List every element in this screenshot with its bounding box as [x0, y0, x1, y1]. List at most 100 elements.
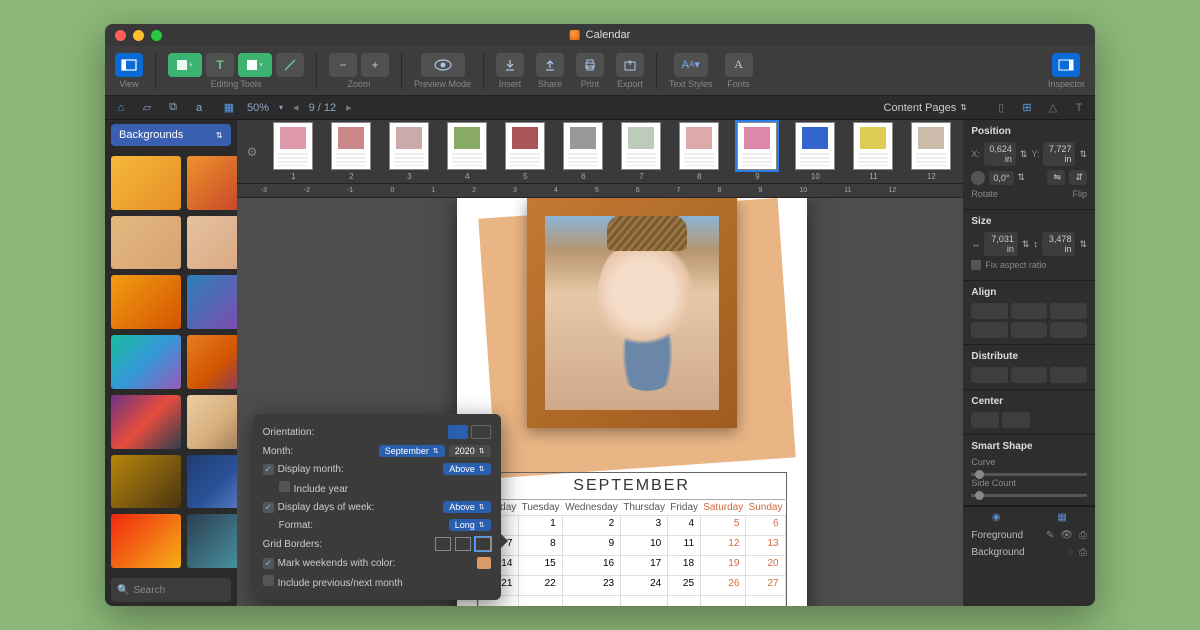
- toolbar-inspector[interactable]: Inspector: [1048, 53, 1085, 89]
- page-thumb[interactable]: 12: [909, 122, 953, 181]
- page-thumb[interactable]: 8: [677, 122, 721, 181]
- display-month-checkbox[interactable]: [263, 464, 274, 475]
- include-adjacent-checkbox[interactable]: [263, 575, 274, 586]
- page-thumb[interactable]: 2: [329, 122, 373, 181]
- eye-icon[interactable]: ◌: [1067, 547, 1073, 558]
- toolbar-export[interactable]: Export: [616, 53, 644, 89]
- zoom-level[interactable]: 50%: [247, 102, 269, 114]
- background-thumb[interactable]: [187, 275, 237, 329]
- content-pages-button[interactable]: Content Pages⇅: [884, 102, 967, 114]
- background-thumb[interactable]: [111, 395, 181, 449]
- background-thumb[interactable]: [187, 156, 237, 210]
- fix-ratio-checkbox[interactable]: [971, 260, 981, 270]
- format-select[interactable]: Long⇅: [449, 519, 491, 531]
- side-slider[interactable]: [971, 494, 1087, 497]
- curve-slider[interactable]: [971, 473, 1087, 476]
- layer-tab-grid[interactable]: ▦: [1029, 507, 1095, 527]
- toolbar-preview[interactable]: Preview Mode: [414, 53, 471, 89]
- text-icon[interactable]: a: [191, 100, 207, 116]
- background-thumb[interactable]: [187, 216, 237, 270]
- align-buttons-v[interactable]: [971, 322, 1087, 338]
- home-icon[interactable]: ⌂: [113, 100, 129, 116]
- app-window: Calendar View ▾ T ▾ Editing Tools −+ Zoo…: [105, 24, 1095, 606]
- toolbar-fonts[interactable]: AFonts: [725, 53, 753, 89]
- rotate-dial[interactable]: [971, 171, 985, 185]
- align-buttons[interactable]: [971, 303, 1087, 319]
- maximize-icon[interactable]: [151, 30, 162, 41]
- minimize-icon[interactable]: [133, 30, 144, 41]
- background-thumb[interactable]: [187, 455, 237, 509]
- month-select[interactable]: September⇅: [379, 445, 445, 457]
- weekend-color-swatch[interactable]: [477, 557, 491, 569]
- background-thumb[interactable]: [111, 216, 181, 270]
- flip-v-button[interactable]: ⇵: [1069, 170, 1087, 185]
- background-thumb[interactable]: [111, 455, 181, 509]
- y-input[interactable]: 7,727 in: [1043, 142, 1075, 166]
- insp-geom-icon[interactable]: ⊞: [1019, 100, 1035, 116]
- layer-foreground[interactable]: Foreground✎👁⎙: [963, 527, 1095, 544]
- toolbar-editing[interactable]: ▾ T ▾ Editing Tools: [168, 53, 304, 89]
- month-label: Month:: [263, 446, 294, 457]
- print-icon[interactable]: ⎙: [1079, 547, 1087, 558]
- insp-text-icon[interactable]: T: [1071, 100, 1087, 116]
- photo-frame[interactable]: [527, 198, 737, 428]
- layer-background[interactable]: Background◌⎙: [963, 544, 1095, 561]
- page-thumb[interactable]: 10: [793, 122, 837, 181]
- height-input[interactable]: 3,478 in: [1042, 232, 1076, 256]
- background-thumb[interactable]: [187, 335, 237, 389]
- mark-weekends-checkbox[interactable]: [263, 558, 274, 569]
- orientation-toggle[interactable]: [448, 425, 491, 439]
- background-thumb[interactable]: [111, 275, 181, 329]
- distribute-buttons[interactable]: [971, 367, 1087, 383]
- include-year-checkbox[interactable]: [279, 481, 290, 492]
- page-thumb[interactable]: 1: [271, 122, 315, 181]
- background-thumb[interactable]: [111, 156, 181, 210]
- x-input[interactable]: 0,624 in: [984, 142, 1016, 166]
- pencil-icon[interactable]: ✎: [1046, 530, 1054, 541]
- page-thumb[interactable]: 9: [735, 122, 779, 181]
- sidebar-category[interactable]: Backgrounds⇅: [111, 124, 231, 146]
- background-thumb[interactable]: [187, 395, 237, 449]
- width-input[interactable]: 7,031 in: [984, 232, 1018, 256]
- position-label: Position: [971, 126, 1087, 137]
- toolbar-share[interactable]: Share: [536, 53, 564, 89]
- page-thumb[interactable]: 6: [561, 122, 605, 181]
- grid-border-toggle[interactable]: [435, 537, 491, 551]
- toolbar-insert[interactable]: Insert: [496, 53, 524, 89]
- page[interactable]: SEPTEMBER MondayTuesdayWednesdayThursday…: [457, 198, 807, 606]
- page-thumb[interactable]: 3: [387, 122, 431, 181]
- toolbar-view[interactable]: View: [115, 53, 143, 89]
- center-buttons[interactable]: [971, 412, 1087, 428]
- dow-pos-select[interactable]: Above⇅: [443, 501, 490, 513]
- flip-h-button[interactable]: ⇋: [1047, 170, 1065, 185]
- year-stepper[interactable]: 2020⇅: [449, 445, 491, 457]
- page-thumb[interactable]: 4: [445, 122, 489, 181]
- insp-warn-icon[interactable]: △: [1045, 100, 1061, 116]
- layer-tab-globe[interactable]: ◉: [963, 507, 1029, 527]
- page-thumb[interactable]: 7: [619, 122, 663, 181]
- thumbs-icon[interactable]: ▦: [221, 100, 237, 116]
- insp-doc-icon[interactable]: ▯: [993, 100, 1009, 116]
- image-icon[interactable]: ▱: [139, 100, 155, 116]
- close-icon[interactable]: [115, 30, 126, 41]
- ruler: -3-2-10123456789101112: [237, 184, 964, 198]
- display-month-pos[interactable]: Above⇅: [443, 463, 490, 475]
- background-thumb[interactable]: [111, 335, 181, 389]
- copy-icon[interactable]: ⧉: [165, 100, 181, 116]
- page-thumb[interactable]: 11: [851, 122, 895, 181]
- canvas[interactable]: SEPTEMBER MondayTuesdayWednesdayThursday…: [237, 198, 964, 606]
- print-icon[interactable]: ⎙: [1079, 530, 1087, 541]
- toolbar-zoom[interactable]: −+ Zoom: [329, 53, 389, 89]
- display-dow-checkbox[interactable]: [263, 502, 274, 513]
- eye-icon[interactable]: 👁: [1060, 530, 1073, 541]
- rotate-input[interactable]: 0,0°: [989, 171, 1013, 185]
- toolbar-print[interactable]: Print: [576, 53, 604, 89]
- search-input[interactable]: 🔍Search: [111, 578, 231, 602]
- page-thumb[interactable]: 5: [503, 122, 547, 181]
- toolbar-text-styles[interactable]: AA▾Text Styles: [669, 53, 713, 89]
- titlebar: Calendar: [105, 24, 1095, 46]
- gear-icon[interactable]: ⚙: [247, 145, 258, 159]
- calendar-grid[interactable]: SEPTEMBER MondayTuesdayWednesdayThursday…: [477, 472, 787, 606]
- background-thumb[interactable]: [187, 514, 237, 568]
- background-thumb[interactable]: [111, 514, 181, 568]
